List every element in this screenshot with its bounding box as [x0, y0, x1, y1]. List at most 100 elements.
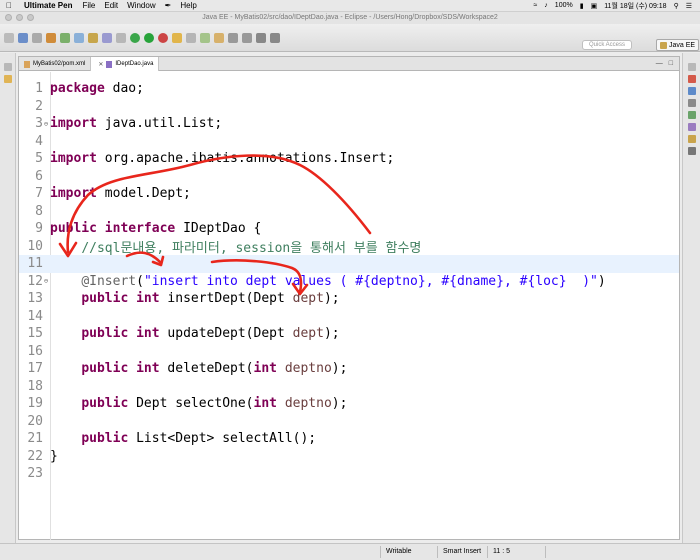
line-number: 8: [35, 203, 43, 219]
zoom-window-button[interactable]: [27, 14, 34, 21]
code-text: public int updateDept(Dept dept);: [49, 326, 339, 341]
open-task-icon[interactable]: [214, 32, 224, 43]
code-line[interactable]: 6: [19, 168, 679, 186]
status-cursor-position: 11 : 5: [493, 548, 510, 555]
tab-pom-xml[interactable]: MyBatis02/pom.xml: [19, 57, 92, 71]
close-icon[interactable]: ✕: [98, 61, 103, 68]
code-line[interactable]: 15 public int updateDept(Dept dept);: [19, 325, 679, 343]
code-line[interactable]: 5 import org.apache.ibatis.annotations.In…: [19, 150, 679, 168]
code-line[interactable]: 11: [19, 255, 679, 273]
line-number: 9: [35, 221, 43, 237]
status-insert-mode: Smart Insert: [443, 548, 482, 555]
code-token: }: [50, 448, 58, 464]
code-text: @Insert("insert into dept values ( #{dep…: [49, 273, 605, 289]
code-line[interactable]: 4: [19, 133, 679, 151]
code-line[interactable]: 12 ⊖ @Insert("insert into dept values ( #…: [19, 273, 679, 291]
outline-icon[interactable]: [688, 75, 696, 83]
new-servlet-icon[interactable]: [88, 32, 98, 43]
line-number: 3: [35, 116, 43, 132]
code-line[interactable]: 18: [19, 378, 679, 396]
new-java-package-icon[interactable]: [200, 32, 210, 43]
markers-icon[interactable]: [688, 99, 696, 107]
minimize-window-button[interactable]: [16, 14, 23, 21]
line-number: 6: [35, 168, 43, 184]
apple-icon[interactable]: : [6, 1, 12, 10]
code-line[interactable]: 7 import model.Dept;: [19, 185, 679, 203]
pen-icon[interactable]: ✒: [165, 1, 172, 10]
servers-icon[interactable]: [688, 111, 696, 119]
code-line[interactable]: 22}: [19, 448, 679, 466]
code-line[interactable]: 19 public Dept selectOne(int deptno);: [19, 395, 679, 413]
xml-file-icon: [24, 60, 30, 68]
code-line[interactable]: 16: [19, 343, 679, 361]
perspective-java-ee-button[interactable]: Java EE: [656, 39, 700, 51]
clock[interactable]: 11월 18일 (수) 09:18: [604, 1, 666, 11]
code-line[interactable]: 1 package dao;: [19, 80, 679, 98]
maximize-icon[interactable]: □: [669, 60, 673, 67]
debug-icon[interactable]: [130, 32, 140, 43]
code-line[interactable]: 9 public interface IDeptDao {: [19, 220, 679, 238]
line-number: 23: [27, 466, 43, 482]
code-line[interactable]: 8: [19, 203, 679, 221]
menu-app-name[interactable]: Ultimate Pen: [24, 1, 72, 10]
code-token: );: [331, 361, 348, 377]
code-line[interactable]: 3 ⊖ import java.util.List;: [19, 115, 679, 133]
code-token: "insert into dept values ( #{deptno}, #{…: [143, 273, 598, 289]
run-on-server-icon[interactable]: [74, 32, 84, 43]
menu-window[interactable]: Window: [127, 1, 155, 10]
console-icon[interactable]: [688, 147, 696, 155]
run-icon[interactable]: [144, 32, 154, 43]
search-toolbar-icon[interactable]: [186, 32, 196, 43]
code-area[interactable]: 1 package dao; 2 3 ⊖ import java.util.List; 4 5…: [19, 72, 679, 540]
minimize-icon[interactable]: —: [656, 60, 663, 67]
code-line[interactable]: 23: [19, 465, 679, 483]
project-explorer-icon[interactable]: [4, 75, 12, 83]
forward-icon[interactable]: [270, 32, 280, 43]
quick-access-input[interactable]: Quick Access: [582, 40, 632, 50]
input-source-icon[interactable]: ▣: [591, 2, 598, 10]
next-annotation-icon[interactable]: [228, 32, 238, 43]
new-class-icon[interactable]: [102, 32, 112, 43]
menu-help[interactable]: Help: [180, 1, 196, 10]
build-icon[interactable]: [116, 32, 126, 43]
save-icon[interactable]: [18, 32, 28, 43]
external-tools-icon[interactable]: [158, 32, 168, 43]
previous-annotation-icon[interactable]: [242, 32, 252, 43]
wifi-icon[interactable]: ≈: [533, 2, 537, 9]
volume-icon[interactable]: ♪: [544, 2, 548, 9]
search-icon[interactable]: ⚲: [674, 2, 679, 10]
code-line[interactable]: 21 public List<Dept> selectAll();: [19, 430, 679, 448]
publish-icon[interactable]: [60, 32, 70, 43]
line-number: 18: [27, 378, 43, 394]
code-line[interactable]: 14: [19, 308, 679, 326]
restore-view-icon[interactable]: [4, 63, 12, 71]
save-all-icon[interactable]: [32, 32, 42, 43]
code-text: package dao;: [49, 81, 144, 96]
close-window-button[interactable]: [5, 14, 12, 21]
open-type-icon[interactable]: [172, 32, 182, 43]
code-line[interactable]: 20: [19, 413, 679, 431]
code-line[interactable]: 17 public int deleteDept(int deptno);: [19, 360, 679, 378]
code-line[interactable]: 2: [19, 98, 679, 116]
notification-icon[interactable]: ☰: [686, 2, 692, 10]
data-source-icon[interactable]: [688, 123, 696, 131]
battery-icon[interactable]: ▮: [580, 2, 584, 10]
menu-file[interactable]: File: [82, 1, 95, 10]
snippets-icon[interactable]: [688, 135, 696, 143]
menu-edit[interactable]: Edit: [104, 1, 118, 10]
code-line[interactable]: 10 //sql문내용, 파라미터, session을 통해서 부를 함수명: [19, 238, 679, 256]
code-line[interactable]: 13 public int insertDept(Dept dept);: [19, 290, 679, 308]
back-icon[interactable]: [256, 32, 266, 43]
line-number: 14: [27, 308, 43, 324]
new-icon[interactable]: [4, 32, 14, 43]
server-icon[interactable]: [46, 32, 56, 43]
restore-right-view-icon[interactable]: [688, 63, 696, 71]
task-list-icon[interactable]: [688, 87, 696, 95]
code-token: deptno: [284, 361, 332, 377]
tab-ideptdao-java[interactable]: ✕ IDeptDao.java: [91, 57, 160, 71]
